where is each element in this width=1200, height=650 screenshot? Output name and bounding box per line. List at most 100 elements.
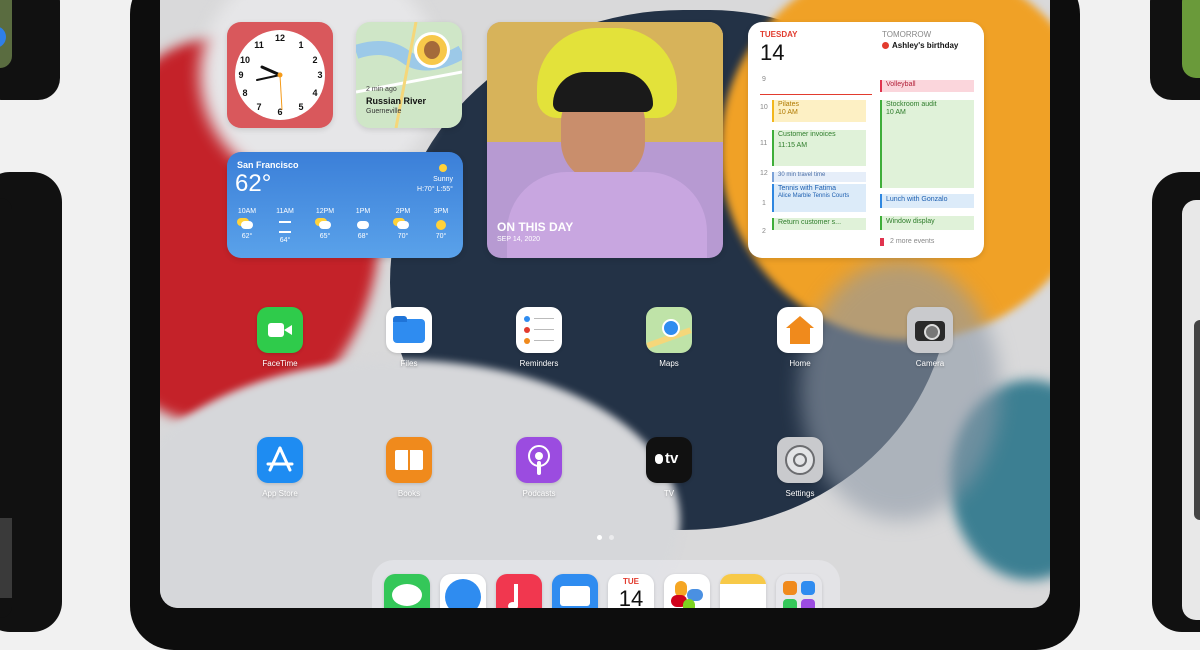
app-books[interactable]: Books	[379, 437, 439, 498]
weather-widget[interactable]: San Francisco 62° Sunny H:70° L:55° 10AM…	[227, 152, 463, 258]
calendar-hour: 12	[760, 170, 768, 177]
app-label: Camera	[915, 359, 945, 368]
weather-hour-temp: 62°	[241, 233, 253, 240]
dock: TUE 14	[372, 560, 840, 608]
calendar-birthday: Ashley's birthday	[892, 41, 959, 50]
calendar-event[interactable]: Stockroom audit 10 AM	[880, 100, 974, 188]
clock-face: 12 1 2 3 4 5 6 7 8 9 10 11	[235, 30, 325, 120]
event-title: Lunch with Gonzalo	[886, 196, 948, 203]
app-maps[interactable]: Maps	[639, 307, 699, 368]
wallpaper-gray-blob	[800, 260, 1000, 520]
messages-icon[interactable]	[384, 574, 430, 608]
podcasts-icon	[516, 437, 562, 483]
app-facetime[interactable]: FaceTime	[250, 307, 310, 368]
calendar-more-events[interactable]: 2 more events	[890, 238, 934, 245]
maps-icon	[646, 307, 692, 353]
music-icon[interactable]	[496, 574, 542, 608]
app-home[interactable]: Home	[770, 307, 830, 368]
calendar-widget[interactable]: TUESDAY 14 TOMORROW Ashley's birthday 9 …	[748, 22, 984, 258]
right-top-device	[1150, 0, 1200, 100]
event-time: 10 AM	[778, 109, 798, 116]
memoji-face-icon	[424, 41, 440, 59]
left-top-device-screen	[0, 0, 12, 68]
calendar-event[interactable]: Window display	[880, 216, 974, 230]
event-title: Pilates	[778, 101, 800, 108]
calendar-event[interactable]: Customer invoices 11:15 AM	[772, 130, 866, 166]
calendar-hour: 10	[760, 104, 768, 111]
tv-glyph: tv	[665, 450, 679, 467]
dock-calendar-day: 14	[618, 586, 644, 608]
partly-cloudy-icon	[241, 221, 253, 229]
event-time: 11:15 AM	[778, 142, 808, 149]
calendar-event[interactable]: Tennis with Fatima Alice Marble Tennis C…	[772, 184, 866, 212]
tv-icon: tv	[646, 437, 692, 483]
home-icon	[777, 307, 823, 353]
maps-widget[interactable]: 2 min ago Russian River Guerneville	[356, 22, 462, 128]
avatar	[414, 32, 450, 68]
files-icon	[386, 307, 432, 353]
app-reminders[interactable]: Reminders	[509, 307, 569, 368]
right-top-device-screen	[1182, 0, 1200, 78]
weather-hour-time: 2PM	[395, 208, 411, 215]
calendar-event[interactable]: Pilates 10 AM	[772, 100, 866, 122]
left-top-device	[0, 0, 60, 100]
settings-icon	[777, 437, 823, 483]
calendar-hour: 11	[760, 140, 768, 147]
app-camera[interactable]: Camera	[900, 307, 960, 368]
right-side-photo	[1194, 320, 1200, 520]
reminders-icon	[516, 307, 562, 353]
weather-city: San Francisco	[237, 160, 299, 170]
map-subplace: Guerneville	[366, 108, 402, 115]
app-tv[interactable]: tv TV	[639, 437, 699, 498]
app-label: App Store	[262, 489, 298, 498]
page-indicator-dot[interactable]	[609, 535, 614, 540]
event-title: Tennis with Fatima	[778, 185, 836, 192]
app-label: Reminders	[519, 359, 559, 368]
app-app-store[interactable]: App Store	[250, 437, 310, 498]
app-settings[interactable]: Settings	[770, 437, 830, 498]
safari-icon[interactable]	[440, 574, 486, 608]
calendar-today-label: TUESDAY	[760, 30, 798, 39]
calendar-hour: 1	[762, 200, 766, 207]
home-screen: 12 1 2 3 4 5 6 7 8 9 10 11 2 min ago Rus…	[160, 0, 1050, 608]
blue-app-icon	[0, 26, 6, 48]
clock-widget[interactable]: 12 1 2 3 4 5 6 7 8 9 10 11	[227, 22, 333, 128]
calendar-event[interactable]: Return customer s...	[772, 218, 866, 230]
map-place: Russian River	[366, 96, 427, 106]
app-podcasts[interactable]: Podcasts	[509, 437, 569, 498]
app-label: Settings	[785, 489, 815, 498]
current-time-line	[760, 94, 872, 95]
calendar-event[interactable]: Volleyball	[880, 80, 974, 92]
app-library-icon[interactable]	[776, 574, 822, 608]
mail-icon[interactable]	[552, 574, 598, 608]
sun-icon	[436, 220, 446, 230]
calendar-event[interactable]: 30 min travel time	[772, 172, 866, 182]
windy-icon	[279, 221, 291, 233]
right-bottom-device-screen	[1182, 200, 1200, 620]
photos-icon[interactable]	[664, 574, 710, 608]
app-label: Podcasts	[522, 489, 556, 498]
dock-calendar-day-label: TUE	[623, 577, 639, 586]
calendar-tomorrow-label: TOMORROW	[882, 30, 932, 39]
weather-hour: 2PM 70°	[385, 208, 421, 240]
event-title: Volleyball	[886, 81, 916, 88]
calendar-event[interactable]: Lunch with Gonzalo	[880, 194, 974, 208]
weather-hour-time: 3PM	[433, 208, 449, 215]
right-bottom-device	[1152, 172, 1200, 632]
weather-hour-time: 11AM	[276, 208, 294, 215]
notes-icon[interactable]	[720, 574, 766, 608]
weather-hour-temp: 70°	[397, 233, 409, 240]
app-files[interactable]: Files	[379, 307, 439, 368]
more-events-icon	[880, 238, 884, 246]
photos-widget[interactable]: ON THIS DAY SEP 14, 2020	[487, 22, 723, 258]
map-time-ago: 2 min ago	[366, 86, 397, 93]
calendar-today-day: 14	[760, 40, 785, 65]
page-indicator-dot[interactable]	[597, 535, 602, 540]
weather-hour-temp: 65°	[319, 233, 331, 240]
camera-icon	[907, 307, 953, 353]
photo-hair	[553, 72, 653, 112]
calendar-icon[interactable]: TUE 14	[608, 574, 654, 608]
cloud-icon	[357, 221, 369, 229]
weather-hour: 1PM 68°	[345, 208, 381, 240]
photo-shirt	[507, 172, 707, 258]
